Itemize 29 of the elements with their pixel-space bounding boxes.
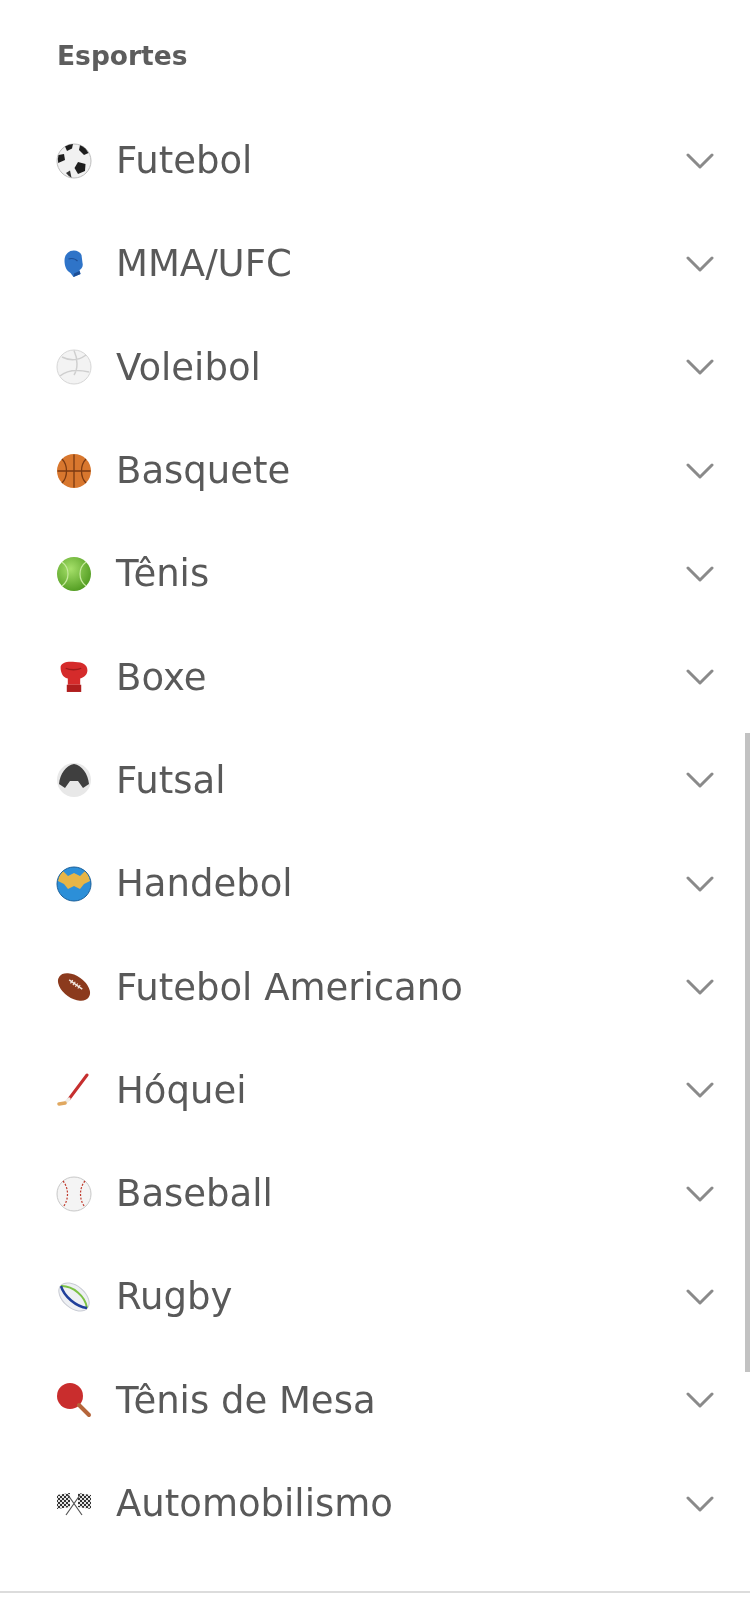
sport-menu-item[interactable]: Baseball [55,1141,714,1246]
paddle-icon [55,1382,92,1419]
sport-menu-item[interactable]: Basquete [55,418,714,523]
sport-menu-item[interactable]: Futebol [55,109,714,213]
hockey-stick-icon [56,1073,91,1108]
sport-menu-item[interactable]: Voleibol [55,315,714,419]
basketball-icon [55,452,92,489]
volleyball-icon [55,349,92,386]
sport-menu-item[interactable]: MMA/UFC [55,212,714,316]
flags-icon [55,1491,92,1516]
tennis-ball-icon [55,555,92,592]
ball-icon [55,762,92,799]
baseball-icon [55,1175,92,1212]
sport-menu-item[interactable]: Tênis [55,522,714,626]
scrollbar-thumb[interactable] [745,733,750,1372]
boxing-glove-icon [58,661,89,694]
rugby-ball-icon [56,1279,91,1314]
sport-menu-item[interactable]: Tênis de Mesa [55,1348,714,1452]
sport-menu-item[interactable]: Hóquei [55,1038,714,1142]
sport-menu-item[interactable]: Futebol Americano [55,935,714,1039]
sport-menu-item[interactable]: Automobilismo [55,1451,714,1556]
sport-menu-item[interactable]: Rugby [55,1245,714,1349]
sport-menu-item[interactable]: Futsal [55,728,714,833]
handball-icon [55,865,92,902]
soccer-ball-icon [55,142,92,179]
football-icon [56,970,91,1004]
sport-menu-item[interactable]: Boxe [55,625,714,729]
section-title: Esportes [57,40,188,72]
sport-menu-item[interactable]: Handebol [55,832,714,936]
